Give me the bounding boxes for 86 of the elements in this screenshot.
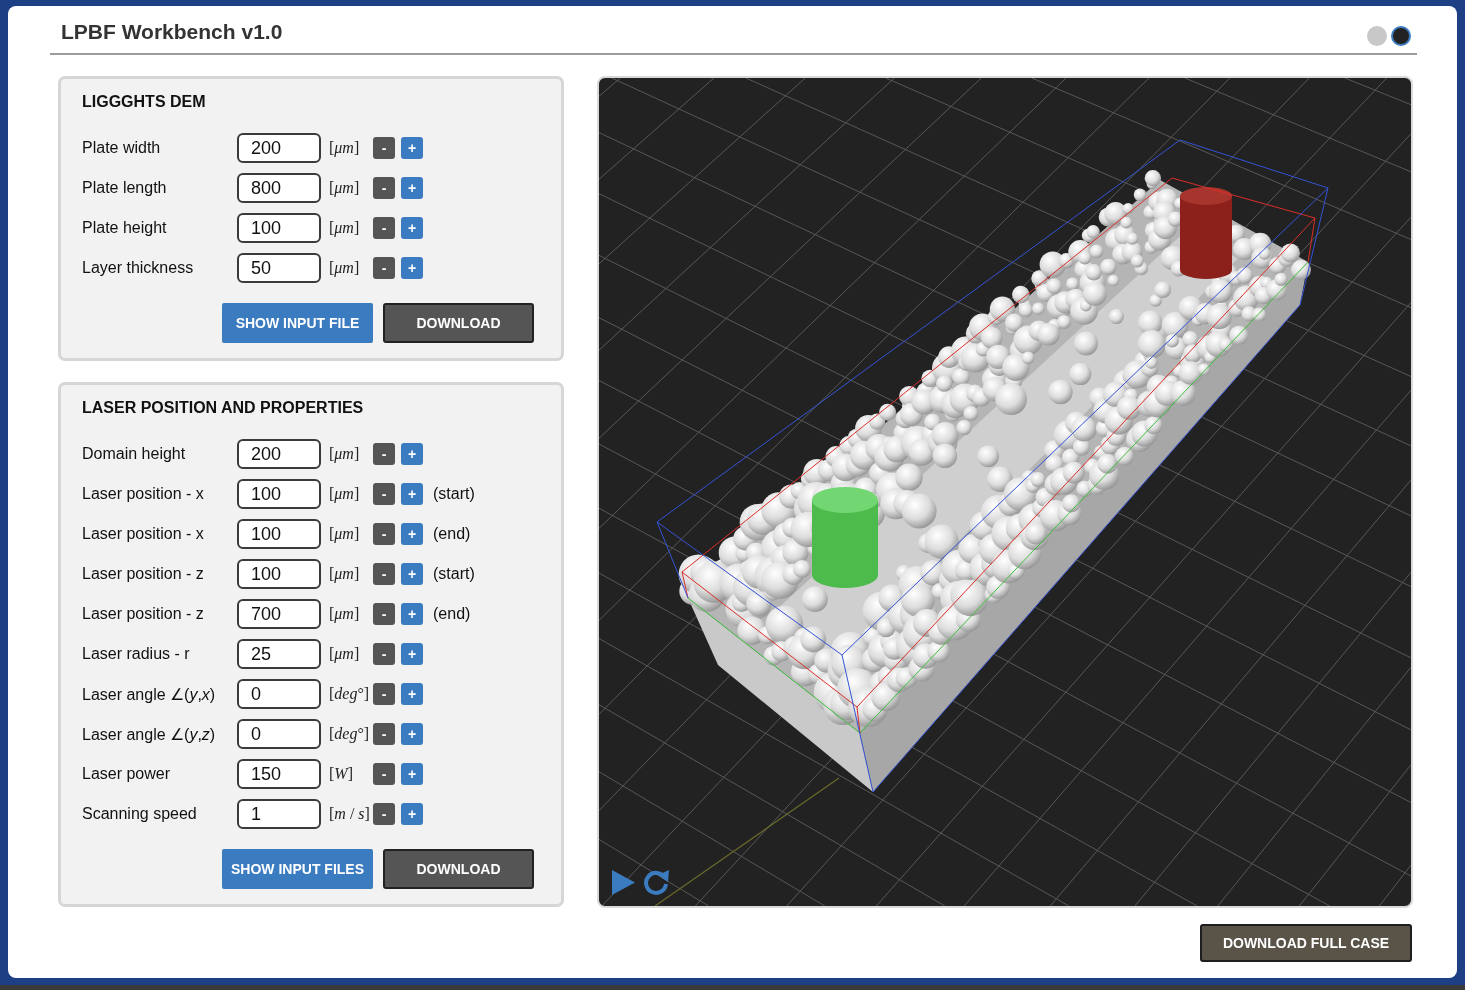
unit-label: [μm]: [329, 485, 361, 503]
decrement-button[interactable]: -: [373, 523, 395, 545]
increment-button[interactable]: +: [401, 523, 423, 545]
row-note: (end): [433, 525, 471, 543]
refresh-icon[interactable]: [643, 869, 670, 896]
unit-label: [m / s]: [329, 805, 371, 823]
input-field[interactable]: 0: [237, 719, 321, 749]
input-field[interactable]: 700: [237, 599, 321, 629]
increment-button[interactable]: +: [401, 137, 423, 159]
input-field[interactable]: 0: [237, 679, 321, 709]
field-label: Laser radius - r: [82, 645, 190, 663]
unit-label: [μm]: [329, 219, 361, 237]
decrement-button[interactable]: -: [373, 443, 395, 465]
input-field[interactable]: 100: [237, 479, 321, 509]
input-field[interactable]: 200: [237, 439, 321, 469]
decrement-button[interactable]: -: [373, 643, 395, 665]
field-label: Laser position - z: [82, 565, 204, 583]
increment-button[interactable]: +: [401, 603, 423, 625]
show-input-button[interactable]: SHOW INPUT FILE: [222, 303, 373, 343]
field-label: Laser position - z: [82, 605, 204, 623]
field-label: Laser angle ∠(y,x): [82, 684, 216, 704]
unit-label: [μm]: [329, 565, 361, 583]
dot-icon[interactable]: [1367, 26, 1387, 46]
input-field[interactable]: 25: [237, 639, 321, 669]
download-full-case-button[interactable]: DOWNLOAD FULL CASE: [1200, 924, 1412, 962]
field-label: Plate width: [82, 139, 161, 157]
field-label: Domain height: [82, 445, 186, 463]
increment-button[interactable]: +: [401, 723, 423, 745]
panel-title: LASER POSITION AND PROPERTIES: [82, 398, 364, 418]
increment-button[interactable]: +: [401, 763, 423, 785]
decrement-button[interactable]: -: [373, 723, 395, 745]
field-label: Layer thickness: [82, 259, 194, 277]
row-note: (start): [433, 485, 475, 503]
row-note: (end): [433, 605, 471, 623]
increment-button[interactable]: +: [401, 563, 423, 585]
increment-button[interactable]: +: [401, 643, 423, 665]
row-note: (start): [433, 565, 475, 583]
decrement-button[interactable]: -: [373, 803, 395, 825]
dot-icon[interactable]: [1391, 26, 1411, 46]
download-button[interactable]: DOWNLOAD: [383, 303, 534, 343]
unit-label: [deg°]: [329, 685, 371, 703]
unit-label: [μm]: [329, 445, 361, 463]
unit-label: [μm]: [329, 259, 361, 277]
download-button[interactable]: DOWNLOAD: [383, 849, 534, 889]
panel-title: LIGGGHTS DEM: [82, 92, 206, 112]
input-field[interactable]: 100: [237, 519, 321, 549]
increment-button[interactable]: +: [401, 257, 423, 279]
field-label: Plate height: [82, 219, 167, 237]
decrement-button[interactable]: -: [373, 177, 395, 199]
decrement-button[interactable]: -: [373, 563, 395, 585]
input-field[interactable]: 200: [237, 133, 321, 163]
decrement-button[interactable]: -: [373, 603, 395, 625]
unit-label: [μm]: [329, 605, 361, 623]
decrement-button[interactable]: -: [373, 683, 395, 705]
show-input-button[interactable]: SHOW INPUT FILES: [222, 849, 373, 889]
increment-button[interactable]: +: [401, 683, 423, 705]
unit-label: [deg°]: [329, 725, 371, 743]
input-field[interactable]: 100: [237, 559, 321, 589]
increment-button[interactable]: +: [401, 803, 423, 825]
unit-label: [μm]: [329, 179, 361, 197]
app-title: LPBF Workbench v1.0: [61, 20, 283, 44]
unit-label: [μm]: [329, 139, 361, 157]
play-icon[interactable]: [612, 870, 635, 895]
field-label: Laser power: [82, 765, 171, 783]
input-field[interactable]: 150: [237, 759, 321, 789]
field-label: Scanning speed: [82, 805, 197, 823]
increment-button[interactable]: +: [401, 443, 423, 465]
unit-label: [μm]: [329, 525, 361, 543]
decrement-button[interactable]: -: [373, 137, 395, 159]
input-field[interactable]: 50: [237, 253, 321, 283]
unit-label: [W]: [329, 765, 354, 783]
decrement-button[interactable]: -: [373, 217, 395, 239]
increment-button[interactable]: +: [401, 217, 423, 239]
decrement-button[interactable]: -: [373, 763, 395, 785]
input-field[interactable]: 800: [237, 173, 321, 203]
unit-label: [μm]: [329, 645, 361, 663]
input-field[interactable]: 1: [237, 799, 321, 829]
field-label: Plate length: [82, 179, 167, 197]
increment-button[interactable]: +: [401, 177, 423, 199]
field-label: Laser angle ∠(y,z): [82, 724, 216, 744]
increment-button[interactable]: +: [401, 483, 423, 505]
decrement-button[interactable]: -: [373, 257, 395, 279]
field-label: Laser position - x: [82, 485, 204, 503]
input-field[interactable]: 100: [237, 213, 321, 243]
decrement-button[interactable]: -: [373, 483, 395, 505]
field-label: Laser position - x: [82, 525, 204, 543]
